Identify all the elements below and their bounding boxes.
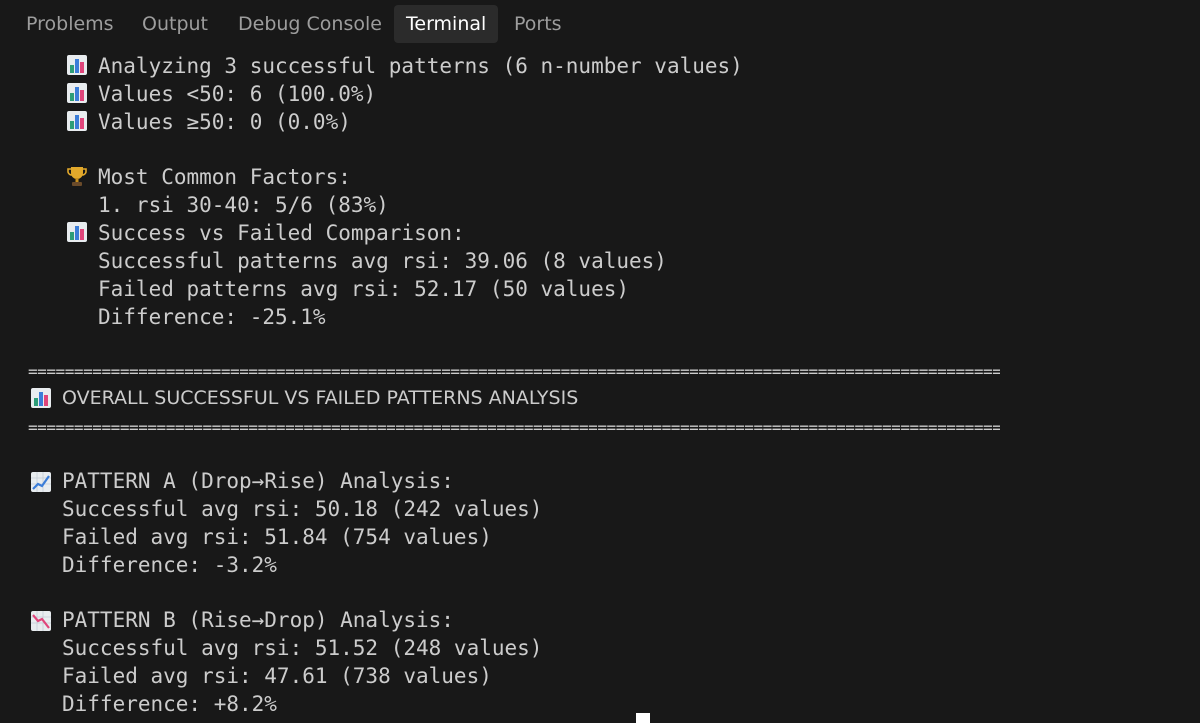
separator-line: ========================================… [28,420,1000,436]
pattern-a-title: PATTERN A (Drop→Rise) Analysis: [62,469,454,493]
pattern-b-successful: Successful avg rsi: 51.52 (248 values) [62,636,543,660]
overall-analysis-title: OVERALL SUCCESSFUL VS FAILED PATTERNS AN… [62,387,579,409]
failed-avg-line: Failed patterns avg rsi: 52.17 (50 value… [98,277,630,301]
difference-line: Difference: -25.1% [98,305,326,329]
comparison-heading: Success vs Failed Comparison: [98,221,465,245]
bar-chart-icon [66,54,88,76]
analyzing-line: Analyzing 3 successful patterns (6 n-num… [98,54,743,78]
pattern-b-failed: Failed avg rsi: 47.61 (738 values) [62,664,492,688]
tab-problems[interactable]: Problems [26,5,114,43]
values-below-50-line: Values <50: 6 (100.0%) [98,82,377,106]
pattern-b-difference: Difference: +8.2% [62,692,277,716]
panel-tab-bar: Problems Output Debug Console Terminal P… [0,0,1200,48]
tab-output[interactable]: Output [142,5,208,43]
pattern-b-title: PATTERN B (Rise→Drop) Analysis: [62,608,454,632]
terminal-output[interactable]: Analyzing 3 successful patterns (6 n-num… [0,48,1200,723]
values-above-50-line: Values ≥50: 0 (0.0%) [98,110,351,134]
successful-avg-line: Successful patterns avg rsi: 39.06 (8 va… [98,249,667,273]
chart-increasing-icon [30,471,52,493]
factor-item: 1. rsi 30-40: 5/6 (83%) [98,193,389,217]
most-common-factors-heading: Most Common Factors: [98,165,351,189]
tab-terminal[interactable]: Terminal [394,5,499,43]
pattern-a-difference: Difference: -3.2% [62,553,277,577]
tab-ports[interactable]: Ports [514,5,562,43]
bar-chart-icon [66,110,88,132]
pattern-a-failed: Failed avg rsi: 51.84 (754 values) [62,525,492,549]
trophy-icon [66,165,88,187]
tab-debug-console[interactable]: Debug Console [238,5,382,43]
pattern-a-successful: Successful avg rsi: 50.18 (242 values) [62,497,543,521]
bar-chart-icon [66,221,88,243]
separator-line: ========================================… [28,364,1000,380]
terminal-cursor [636,713,650,723]
bar-chart-icon [30,387,52,409]
bar-chart-icon [66,82,88,104]
chart-decreasing-icon [30,610,52,632]
